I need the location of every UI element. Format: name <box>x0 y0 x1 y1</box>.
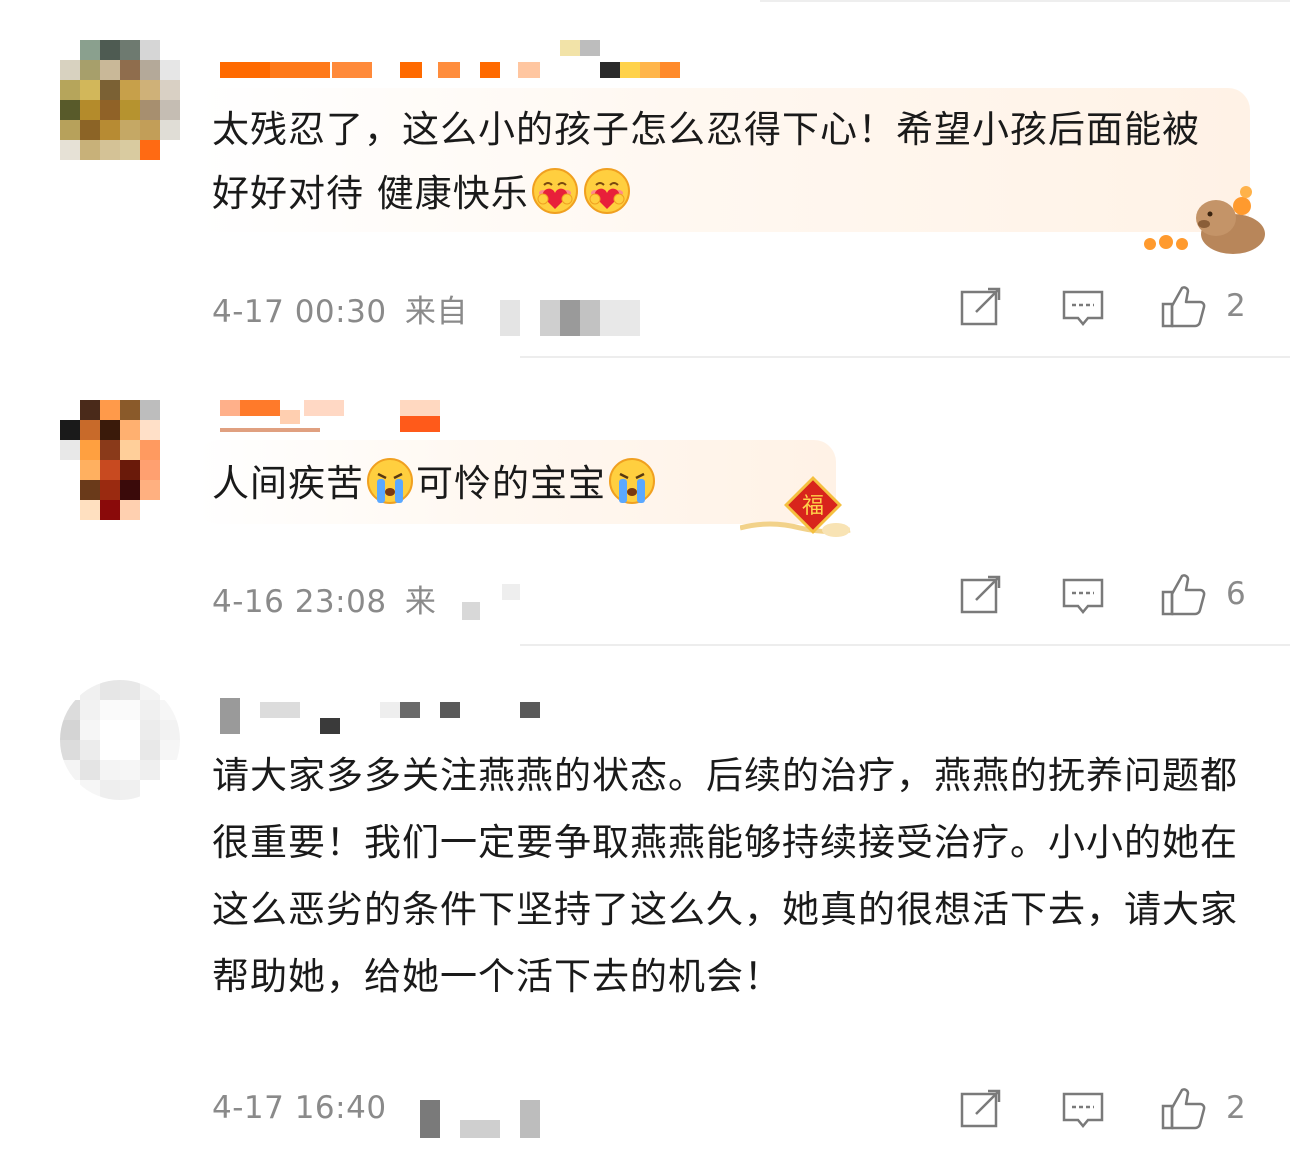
crying-emoji-icon <box>366 457 414 505</box>
hug-heart-emoji-icon <box>531 167 579 215</box>
capybara-decoration-icon <box>1144 186 1265 254</box>
like-icon[interactable] <box>1160 572 1206 618</box>
source-name-redacted <box>520 1100 540 1138</box>
avatar[interactable] <box>60 680 180 800</box>
source-name-redacted <box>460 1120 500 1138</box>
source-name-redacted <box>462 602 480 620</box>
hug-heart-emoji-icon <box>583 167 631 215</box>
svg-text:福: 福 <box>802 494 824 519</box>
comment-text: 太残忍了，这么小的孩子怎么忍得下心！希望小孩后面能被好好对待 健康快乐 <box>212 98 1222 226</box>
fu-badge-icon: 福 <box>740 476 851 537</box>
avatar[interactable] <box>60 400 180 520</box>
repost-icon[interactable] <box>958 1086 1004 1132</box>
comment-text: 请大家多多关注燕燕的状态。后续的治疗，燕燕的抚养问题都很重要！我们一定要争取燕燕… <box>212 754 1238 998</box>
comment-time: 4-17 16:40 <box>212 1090 387 1126</box>
comment-text-part: 可怜的宝宝 <box>416 462 606 505</box>
comment-icon[interactable] <box>1060 572 1106 618</box>
crying-emoji-icon <box>608 457 656 505</box>
like-icon[interactable] <box>1160 1086 1206 1132</box>
comment-meta: 4-17 16:40 <box>212 1090 387 1126</box>
comment-time: 4-16 23:08 <box>212 584 387 620</box>
comment-text-body: 太残忍了，这么小的孩子怎么忍得下心！希望小孩后面能被好好对待 健康快乐 <box>212 108 1200 215</box>
username[interactable] <box>212 40 692 78</box>
comment-source-prefix: 来自 <box>404 294 468 330</box>
username[interactable] <box>212 698 552 734</box>
source-name-redacted <box>580 300 600 336</box>
comment-separator <box>520 356 1290 358</box>
source-name-redacted <box>500 300 520 336</box>
comment-separator <box>520 644 1290 646</box>
comment-icon[interactable] <box>1060 1086 1106 1132</box>
comment-text-part: 人间疾苦 <box>212 462 364 505</box>
like-count: 2 <box>1226 1090 1246 1126</box>
comment-source-prefix: 来 <box>404 584 437 620</box>
comment-meta: 4-16 23:08 来 <box>212 576 436 621</box>
comment-actions: 6 <box>958 572 1248 622</box>
like-icon[interactable] <box>1160 284 1206 330</box>
avatar[interactable] <box>60 40 180 160</box>
source-name-redacted <box>540 300 560 336</box>
like-count: 6 <box>1226 576 1246 612</box>
repost-icon[interactable] <box>958 284 1004 330</box>
username[interactable] <box>212 398 452 432</box>
like-count: 2 <box>1226 288 1246 324</box>
top-divider <box>760 0 1290 2</box>
source-name-redacted <box>502 584 520 600</box>
comment-icon[interactable] <box>1060 284 1106 330</box>
comment-actions: 2 <box>958 1086 1248 1136</box>
source-name-redacted <box>420 1100 440 1138</box>
comment-actions: 2 <box>958 284 1248 334</box>
comment-meta: 4-17 00:30 来自 <box>212 286 468 331</box>
source-name-redacted <box>600 300 640 336</box>
repost-icon[interactable] <box>958 572 1004 618</box>
comment-time: 4-17 00:30 <box>212 294 387 330</box>
source-name-redacted <box>560 300 580 336</box>
